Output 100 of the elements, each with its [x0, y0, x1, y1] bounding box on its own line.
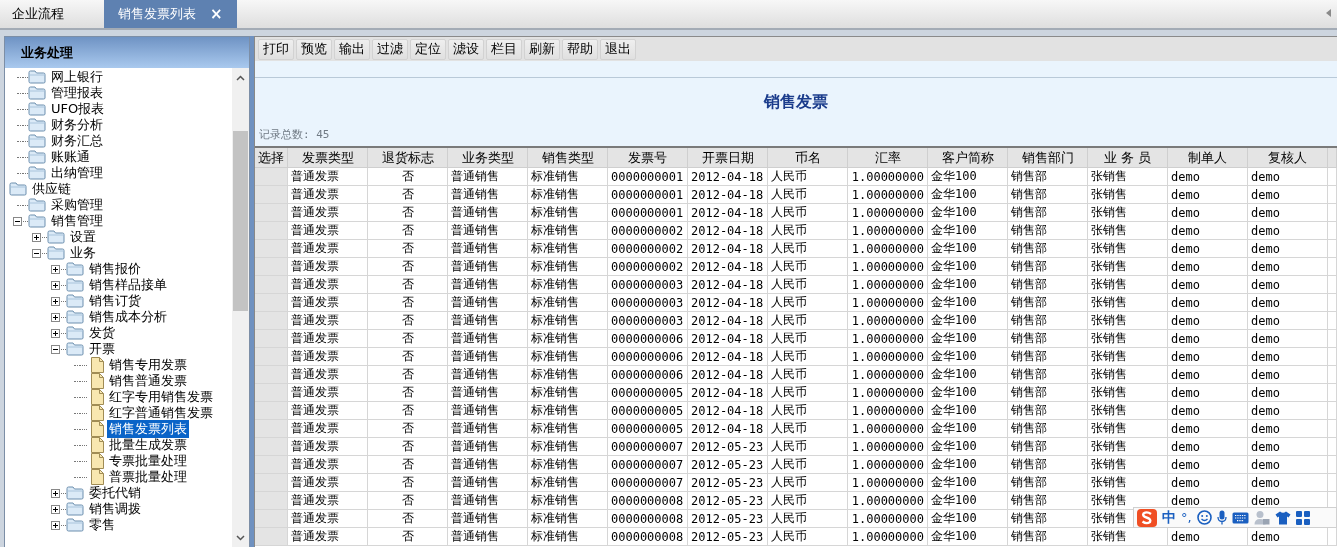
scrollbar[interactable] — [232, 68, 249, 547]
tree-item[interactable]: 销售发票列表 — [107, 420, 189, 438]
tree-item[interactable]: 销售专用发票 — [107, 356, 189, 374]
row-selector[interactable] — [255, 168, 288, 186]
table-cell: demo — [1168, 222, 1248, 240]
tree-item[interactable]: 销售订货 — [87, 292, 143, 310]
tree-item[interactable]: 账账通 — [49, 148, 92, 166]
ime-logo-icon[interactable] — [1137, 508, 1157, 527]
tree-item[interactable]: 开票 — [87, 340, 117, 358]
table-cell: 张销售 — [1088, 312, 1168, 330]
row-selector[interactable] — [255, 222, 288, 240]
shirt-icon[interactable] — [1274, 510, 1291, 525]
user-icon[interactable] — [1253, 510, 1270, 525]
tree-item[interactable]: 供应链 — [30, 180, 73, 198]
tree-item[interactable]: 红字普通销售发票 — [107, 404, 215, 422]
table-cell: 销售部 — [1008, 258, 1088, 276]
tree-item[interactable]: 专票批量处理 — [107, 452, 189, 470]
row-selector[interactable] — [255, 240, 288, 258]
tree-item[interactable]: 销售调拨 — [87, 500, 143, 518]
table-cell: 人民币 — [768, 420, 848, 438]
row-selector[interactable] — [255, 294, 288, 312]
scroll-down-icon[interactable] — [236, 535, 245, 541]
row-selector[interactable] — [255, 204, 288, 222]
tree-item[interactable]: 委托代销 — [87, 484, 143, 502]
expand-toggle[interactable] — [51, 264, 60, 274]
expand-toggle[interactable] — [51, 296, 60, 306]
smiley-icon[interactable] — [1196, 510, 1212, 525]
table-cell: 金华100 — [928, 510, 1008, 528]
tree-item[interactable]: 销售成本分析 — [87, 308, 169, 326]
expand-toggle[interactable] — [32, 232, 41, 242]
expand-toggle[interactable] — [51, 488, 60, 498]
expand-toggle[interactable] — [51, 520, 60, 530]
row-selector[interactable] — [255, 312, 288, 330]
expand-toggle[interactable] — [51, 312, 60, 322]
toolbar-button[interactable]: 帮助 — [562, 38, 598, 60]
row-selector[interactable] — [255, 402, 288, 420]
tree-item[interactable]: 普票批量处理 — [107, 468, 189, 486]
expand-toggle[interactable] — [32, 248, 41, 258]
tree-item[interactable]: 批量生成发票 — [107, 436, 189, 454]
tree-item[interactable]: 采购管理 — [49, 196, 105, 214]
tab[interactable]: 企业流程 — [0, 0, 90, 28]
table-cell: 0000000005 — [608, 420, 688, 438]
tree-item[interactable]: 零售 — [87, 516, 117, 534]
row-selector[interactable] — [255, 420, 288, 438]
toolbar-button[interactable]: 打印 — [258, 38, 294, 60]
tree-item[interactable]: UFO报表 — [49, 100, 107, 118]
table-cell: 标准销售 — [528, 492, 608, 510]
expand-toggle[interactable] — [51, 504, 60, 514]
tree-item[interactable]: 业务 — [68, 244, 98, 262]
tree-item[interactable]: 销售管理 — [49, 212, 105, 230]
tab[interactable]: 销售发票列表 × — [104, 0, 237, 28]
row-selector[interactable] — [255, 258, 288, 276]
toolbar-button[interactable]: 预览 — [296, 38, 332, 60]
row-selector[interactable] — [255, 276, 288, 294]
tree-item[interactable]: 财务分析 — [49, 116, 105, 134]
scroll-left-icon[interactable] — [1326, 9, 1331, 17]
row-selector[interactable] — [255, 186, 288, 204]
toolbar-button[interactable]: 刷新 — [524, 38, 560, 60]
punctuation-toggle[interactable]: °, — [1181, 510, 1192, 525]
scrollbar-thumb[interactable] — [233, 131, 248, 311]
row-selector[interactable] — [255, 348, 288, 366]
toolbar-button[interactable]: 输出 — [334, 38, 370, 60]
row-selector[interactable] — [255, 510, 288, 528]
row-selector[interactable] — [255, 528, 288, 546]
expand-toggle[interactable] — [51, 280, 60, 290]
row-selector[interactable] — [255, 366, 288, 384]
tree-item[interactable]: 财务汇总 — [49, 132, 105, 150]
toolbar-button[interactable]: 定位 — [410, 38, 446, 60]
toolbar-button[interactable]: 过滤 — [372, 38, 408, 60]
expand-toggle[interactable] — [13, 216, 22, 226]
keyboard-icon[interactable] — [1231, 511, 1249, 524]
tree-item[interactable]: 销售样品接单 — [87, 276, 169, 294]
row-selector[interactable] — [255, 474, 288, 492]
scroll-up-icon[interactable] — [236, 75, 245, 81]
tree-item[interactable]: 发货 — [87, 324, 117, 342]
close-button[interactable]: × — [210, 5, 223, 23]
expand-toggle[interactable] — [51, 344, 60, 354]
table-cell: 销售部 — [1008, 294, 1088, 312]
row-selector[interactable] — [255, 492, 288, 510]
tree-item[interactable]: 红字专用销售发票 — [107, 388, 215, 406]
row-selector[interactable] — [255, 456, 288, 474]
toolbar-button[interactable]: 退出 — [600, 38, 636, 60]
expand-toggle[interactable] — [51, 328, 60, 338]
grid-icon[interactable] — [1295, 510, 1310, 525]
toolbar-button[interactable]: 栏目 — [486, 38, 522, 60]
toolbar-button[interactable]: 滤设 — [448, 38, 484, 60]
tree-item[interactable]: 设置 — [68, 228, 98, 246]
table-cell: 人民币 — [768, 312, 848, 330]
microphone-icon[interactable] — [1216, 510, 1227, 525]
tree-item[interactable]: 销售报价 — [87, 260, 143, 278]
tree-item[interactable]: 管理报表 — [49, 84, 105, 102]
table-cell: 1.00000000 — [848, 456, 928, 474]
row-selector[interactable] — [255, 330, 288, 348]
tree-item[interactable]: 网上银行 — [49, 68, 105, 86]
row-selector[interactable] — [255, 438, 288, 456]
tree-item[interactable]: 出纳管理 — [49, 164, 105, 182]
row-selector[interactable] — [255, 384, 288, 402]
folder-icon — [66, 310, 84, 324]
tree-item[interactable]: 销售普通发票 — [107, 372, 189, 390]
table-cell: 张销售 — [1088, 258, 1168, 276]
